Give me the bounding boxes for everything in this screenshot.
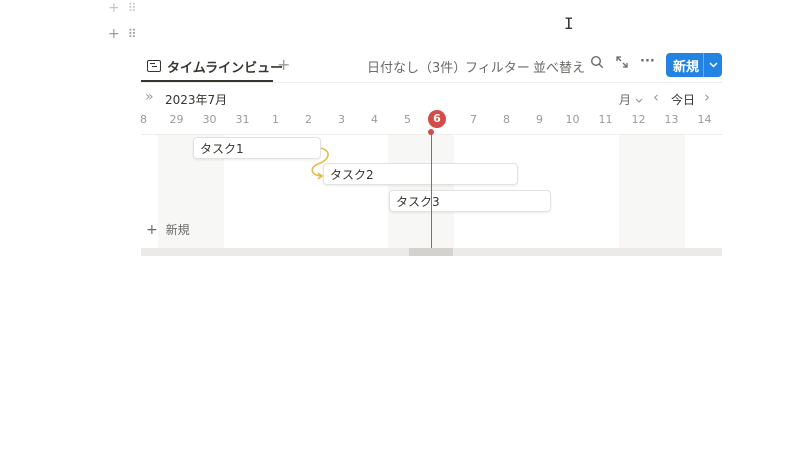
block-handle-row-2: + ⠿: [108, 26, 137, 42]
more-options-icon[interactable]: ···: [640, 54, 655, 69]
date-label: 11: [598, 113, 613, 126]
tab-label: タイムラインビュー: [167, 60, 284, 76]
month-label: 2023年7月: [165, 93, 228, 107]
tab-timeline-view[interactable]: タイムラインビュー: [141, 52, 289, 80]
next-period-icon[interactable]: ›: [704, 88, 710, 106]
add-row-label: 新規: [165, 223, 190, 237]
date-label: 8: [503, 113, 510, 126]
date-label: 30: [202, 113, 217, 126]
new-button-label: 新規: [673, 59, 700, 75]
expand-icon[interactable]: [615, 55, 629, 73]
scale-label: 月: [619, 93, 632, 107]
add-row-button[interactable]: + 新規: [146, 221, 190, 238]
date-label: 31: [235, 113, 250, 126]
toolbar-divider: [141, 82, 722, 83]
date-label: 4: [371, 113, 378, 126]
date-label: 3: [338, 113, 345, 126]
date-label: 2: [305, 113, 312, 126]
scale-select[interactable]: 月: [619, 91, 643, 108]
plus-icon: +: [146, 222, 158, 238]
prev-period-icon[interactable]: ‹: [653, 88, 659, 106]
timeline-icon: [147, 60, 161, 72]
scrollbar-thumb[interactable]: [409, 248, 453, 256]
date-label: 13: [664, 113, 679, 126]
add-block-icon[interactable]: +: [108, 0, 120, 16]
date-label: 1: [272, 113, 279, 126]
new-button[interactable]: 新規: [666, 53, 722, 77]
no-date-button[interactable]: 日付なし（3件）: [367, 57, 466, 76]
date-label: 9: [536, 113, 543, 126]
weekend-shade: [619, 134, 685, 248]
task-bar-1[interactable]: タスク1: [193, 137, 321, 159]
date-label: 7: [470, 113, 477, 126]
date-label: 12: [631, 113, 646, 126]
today-line-cap: [428, 129, 434, 135]
drag-handle-icon[interactable]: ⠿: [128, 1, 137, 15]
sort-button[interactable]: 並べ替え: [533, 57, 585, 76]
date-label: 5: [404, 113, 411, 126]
task-bar-2[interactable]: タスク2: [323, 163, 518, 185]
chevron-down-icon: [635, 98, 643, 103]
filter-button[interactable]: フィルター: [465, 57, 530, 76]
drag-handle-icon[interactable]: ⠿: [128, 27, 137, 41]
block-handle-row-1: + ⠿: [108, 0, 137, 16]
collapse-sidebar-icon[interactable]: »: [145, 89, 154, 105]
add-block-icon[interactable]: +: [108, 26, 120, 42]
date-label: 8: [140, 113, 147, 126]
date-label: 29: [169, 113, 184, 126]
add-view-icon[interactable]: +: [277, 55, 290, 74]
database-toolbar: タイムラインビュー + 日付なし（3件） フィルター 並べ替え ··· 新規: [141, 52, 722, 82]
text-cursor-icon: I: [564, 14, 574, 33]
today-line: [431, 130, 432, 248]
today-marker: 6: [428, 110, 446, 128]
date-label: 14: [697, 113, 712, 126]
task-bar-3[interactable]: タスク3: [389, 190, 551, 212]
today-button[interactable]: 今日: [671, 91, 695, 108]
search-icon[interactable]: [590, 55, 604, 73]
timeline-header: » 2023年7月 月 ‹ 今日 ›: [141, 88, 722, 110]
chevron-down-icon[interactable]: [704, 60, 722, 71]
date-label: 10: [565, 113, 580, 126]
